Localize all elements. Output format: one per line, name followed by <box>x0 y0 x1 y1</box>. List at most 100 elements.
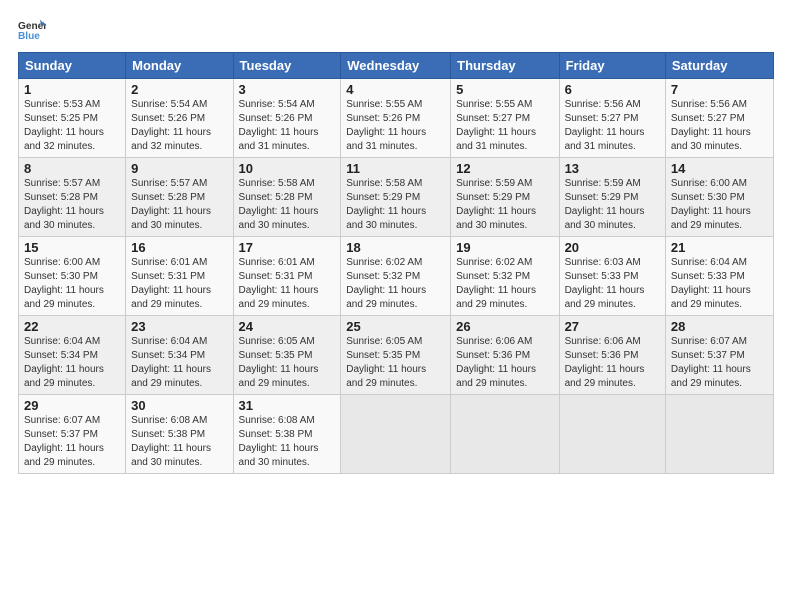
day-detail: Sunrise: 6:00 AMSunset: 5:30 PMDaylight:… <box>24 257 104 310</box>
day-number: 5 <box>456 82 553 97</box>
day-detail: Sunrise: 5:56 AMSunset: 5:27 PMDaylight:… <box>565 99 645 152</box>
day-header-friday: Friday <box>559 53 665 79</box>
day-number: 1 <box>24 82 120 97</box>
day-detail: Sunrise: 6:06 AMSunset: 5:36 PMDaylight:… <box>456 336 536 389</box>
calendar-cell: 1 Sunrise: 5:53 AMSunset: 5:25 PMDayligh… <box>19 79 126 158</box>
day-number: 15 <box>24 240 120 255</box>
calendar-cell <box>451 395 559 474</box>
calendar-cell: 13 Sunrise: 5:59 AMSunset: 5:29 PMDaylig… <box>559 158 665 237</box>
calendar-cell: 17 Sunrise: 6:01 AMSunset: 5:31 PMDaylig… <box>233 237 341 316</box>
day-detail: Sunrise: 6:03 AMSunset: 5:33 PMDaylight:… <box>565 257 645 310</box>
calendar-cell <box>341 395 451 474</box>
calendar-cell: 11 Sunrise: 5:58 AMSunset: 5:29 PMDaylig… <box>341 158 451 237</box>
day-number: 9 <box>131 161 227 176</box>
day-number: 14 <box>671 161 768 176</box>
calendar-cell: 12 Sunrise: 5:59 AMSunset: 5:29 PMDaylig… <box>451 158 559 237</box>
day-detail: Sunrise: 6:07 AMSunset: 5:37 PMDaylight:… <box>671 336 751 389</box>
day-detail: Sunrise: 5:57 AMSunset: 5:28 PMDaylight:… <box>131 178 211 231</box>
day-number: 21 <box>671 240 768 255</box>
day-detail: Sunrise: 6:02 AMSunset: 5:32 PMDaylight:… <box>346 257 426 310</box>
day-detail: Sunrise: 5:59 AMSunset: 5:29 PMDaylight:… <box>565 178 645 231</box>
day-header-monday: Monday <box>126 53 233 79</box>
day-number: 22 <box>24 319 120 334</box>
calendar-cell: 30 Sunrise: 6:08 AMSunset: 5:38 PMDaylig… <box>126 395 233 474</box>
calendar-cell: 26 Sunrise: 6:06 AMSunset: 5:36 PMDaylig… <box>451 316 559 395</box>
calendar-cell: 18 Sunrise: 6:02 AMSunset: 5:32 PMDaylig… <box>341 237 451 316</box>
day-number: 27 <box>565 319 660 334</box>
calendar-week-row: 29 Sunrise: 6:07 AMSunset: 5:37 PMDaylig… <box>19 395 774 474</box>
day-header-wednesday: Wednesday <box>341 53 451 79</box>
day-number: 31 <box>239 398 336 413</box>
day-detail: Sunrise: 5:55 AMSunset: 5:26 PMDaylight:… <box>346 99 426 152</box>
calendar-table: SundayMondayTuesdayWednesdayThursdayFrid… <box>18 52 774 474</box>
day-number: 24 <box>239 319 336 334</box>
day-detail: Sunrise: 6:04 AMSunset: 5:34 PMDaylight:… <box>24 336 104 389</box>
calendar-cell: 29 Sunrise: 6:07 AMSunset: 5:37 PMDaylig… <box>19 395 126 474</box>
calendar-cell: 10 Sunrise: 5:58 AMSunset: 5:28 PMDaylig… <box>233 158 341 237</box>
calendar-cell: 24 Sunrise: 6:05 AMSunset: 5:35 PMDaylig… <box>233 316 341 395</box>
calendar-cell: 20 Sunrise: 6:03 AMSunset: 5:33 PMDaylig… <box>559 237 665 316</box>
calendar-cell: 5 Sunrise: 5:55 AMSunset: 5:27 PMDayligh… <box>451 79 559 158</box>
day-detail: Sunrise: 6:05 AMSunset: 5:35 PMDaylight:… <box>239 336 319 389</box>
day-detail: Sunrise: 5:58 AMSunset: 5:29 PMDaylight:… <box>346 178 426 231</box>
day-number: 29 <box>24 398 120 413</box>
day-detail: Sunrise: 5:58 AMSunset: 5:28 PMDaylight:… <box>239 178 319 231</box>
day-detail: Sunrise: 6:06 AMSunset: 5:36 PMDaylight:… <box>565 336 645 389</box>
calendar-week-row: 1 Sunrise: 5:53 AMSunset: 5:25 PMDayligh… <box>19 79 774 158</box>
day-detail: Sunrise: 6:00 AMSunset: 5:30 PMDaylight:… <box>671 178 751 231</box>
calendar-cell: 23 Sunrise: 6:04 AMSunset: 5:34 PMDaylig… <box>126 316 233 395</box>
calendar-cell: 9 Sunrise: 5:57 AMSunset: 5:28 PMDayligh… <box>126 158 233 237</box>
day-number: 17 <box>239 240 336 255</box>
day-number: 4 <box>346 82 445 97</box>
svg-text:Blue: Blue <box>18 31 40 42</box>
day-detail: Sunrise: 5:57 AMSunset: 5:28 PMDaylight:… <box>24 178 104 231</box>
day-detail: Sunrise: 5:54 AMSunset: 5:26 PMDaylight:… <box>239 99 319 152</box>
day-detail: Sunrise: 6:04 AMSunset: 5:34 PMDaylight:… <box>131 336 211 389</box>
day-number: 26 <box>456 319 553 334</box>
logo-icon: General Blue <box>18 18 46 46</box>
calendar-cell: 25 Sunrise: 6:05 AMSunset: 5:35 PMDaylig… <box>341 316 451 395</box>
day-detail: Sunrise: 5:59 AMSunset: 5:29 PMDaylight:… <box>456 178 536 231</box>
day-detail: Sunrise: 5:56 AMSunset: 5:27 PMDaylight:… <box>671 99 751 152</box>
header: General Blue <box>18 18 774 46</box>
calendar-cell: 22 Sunrise: 6:04 AMSunset: 5:34 PMDaylig… <box>19 316 126 395</box>
calendar-cell: 14 Sunrise: 6:00 AMSunset: 5:30 PMDaylig… <box>665 158 773 237</box>
calendar-cell: 16 Sunrise: 6:01 AMSunset: 5:31 PMDaylig… <box>126 237 233 316</box>
calendar-cell <box>559 395 665 474</box>
day-number: 16 <box>131 240 227 255</box>
day-number: 12 <box>456 161 553 176</box>
day-number: 8 <box>24 161 120 176</box>
calendar-cell: 31 Sunrise: 6:08 AMSunset: 5:38 PMDaylig… <box>233 395 341 474</box>
day-detail: Sunrise: 6:07 AMSunset: 5:37 PMDaylight:… <box>24 415 104 468</box>
day-number: 25 <box>346 319 445 334</box>
calendar-cell <box>665 395 773 474</box>
day-number: 20 <box>565 240 660 255</box>
calendar-cell: 27 Sunrise: 6:06 AMSunset: 5:36 PMDaylig… <box>559 316 665 395</box>
day-number: 3 <box>239 82 336 97</box>
day-number: 10 <box>239 161 336 176</box>
day-number: 18 <box>346 240 445 255</box>
calendar-cell: 28 Sunrise: 6:07 AMSunset: 5:37 PMDaylig… <box>665 316 773 395</box>
calendar-cell: 19 Sunrise: 6:02 AMSunset: 5:32 PMDaylig… <box>451 237 559 316</box>
day-number: 23 <box>131 319 227 334</box>
calendar-cell: 7 Sunrise: 5:56 AMSunset: 5:27 PMDayligh… <box>665 79 773 158</box>
calendar-header-row: SundayMondayTuesdayWednesdayThursdayFrid… <box>19 53 774 79</box>
day-detail: Sunrise: 6:04 AMSunset: 5:33 PMDaylight:… <box>671 257 751 310</box>
day-detail: Sunrise: 6:01 AMSunset: 5:31 PMDaylight:… <box>239 257 319 310</box>
calendar-week-row: 8 Sunrise: 5:57 AMSunset: 5:28 PMDayligh… <box>19 158 774 237</box>
calendar-cell: 2 Sunrise: 5:54 AMSunset: 5:26 PMDayligh… <box>126 79 233 158</box>
calendar-cell: 21 Sunrise: 6:04 AMSunset: 5:33 PMDaylig… <box>665 237 773 316</box>
day-number: 30 <box>131 398 227 413</box>
day-number: 28 <box>671 319 768 334</box>
day-detail: Sunrise: 5:54 AMSunset: 5:26 PMDaylight:… <box>131 99 211 152</box>
day-detail: Sunrise: 6:02 AMSunset: 5:32 PMDaylight:… <box>456 257 536 310</box>
day-detail: Sunrise: 5:53 AMSunset: 5:25 PMDaylight:… <box>24 99 104 152</box>
day-header-thursday: Thursday <box>451 53 559 79</box>
day-header-saturday: Saturday <box>665 53 773 79</box>
day-number: 2 <box>131 82 227 97</box>
calendar-cell: 8 Sunrise: 5:57 AMSunset: 5:28 PMDayligh… <box>19 158 126 237</box>
day-detail: Sunrise: 5:55 AMSunset: 5:27 PMDaylight:… <box>456 99 536 152</box>
day-detail: Sunrise: 6:08 AMSunset: 5:38 PMDaylight:… <box>239 415 319 468</box>
calendar-cell: 15 Sunrise: 6:00 AMSunset: 5:30 PMDaylig… <box>19 237 126 316</box>
day-detail: Sunrise: 6:08 AMSunset: 5:38 PMDaylight:… <box>131 415 211 468</box>
